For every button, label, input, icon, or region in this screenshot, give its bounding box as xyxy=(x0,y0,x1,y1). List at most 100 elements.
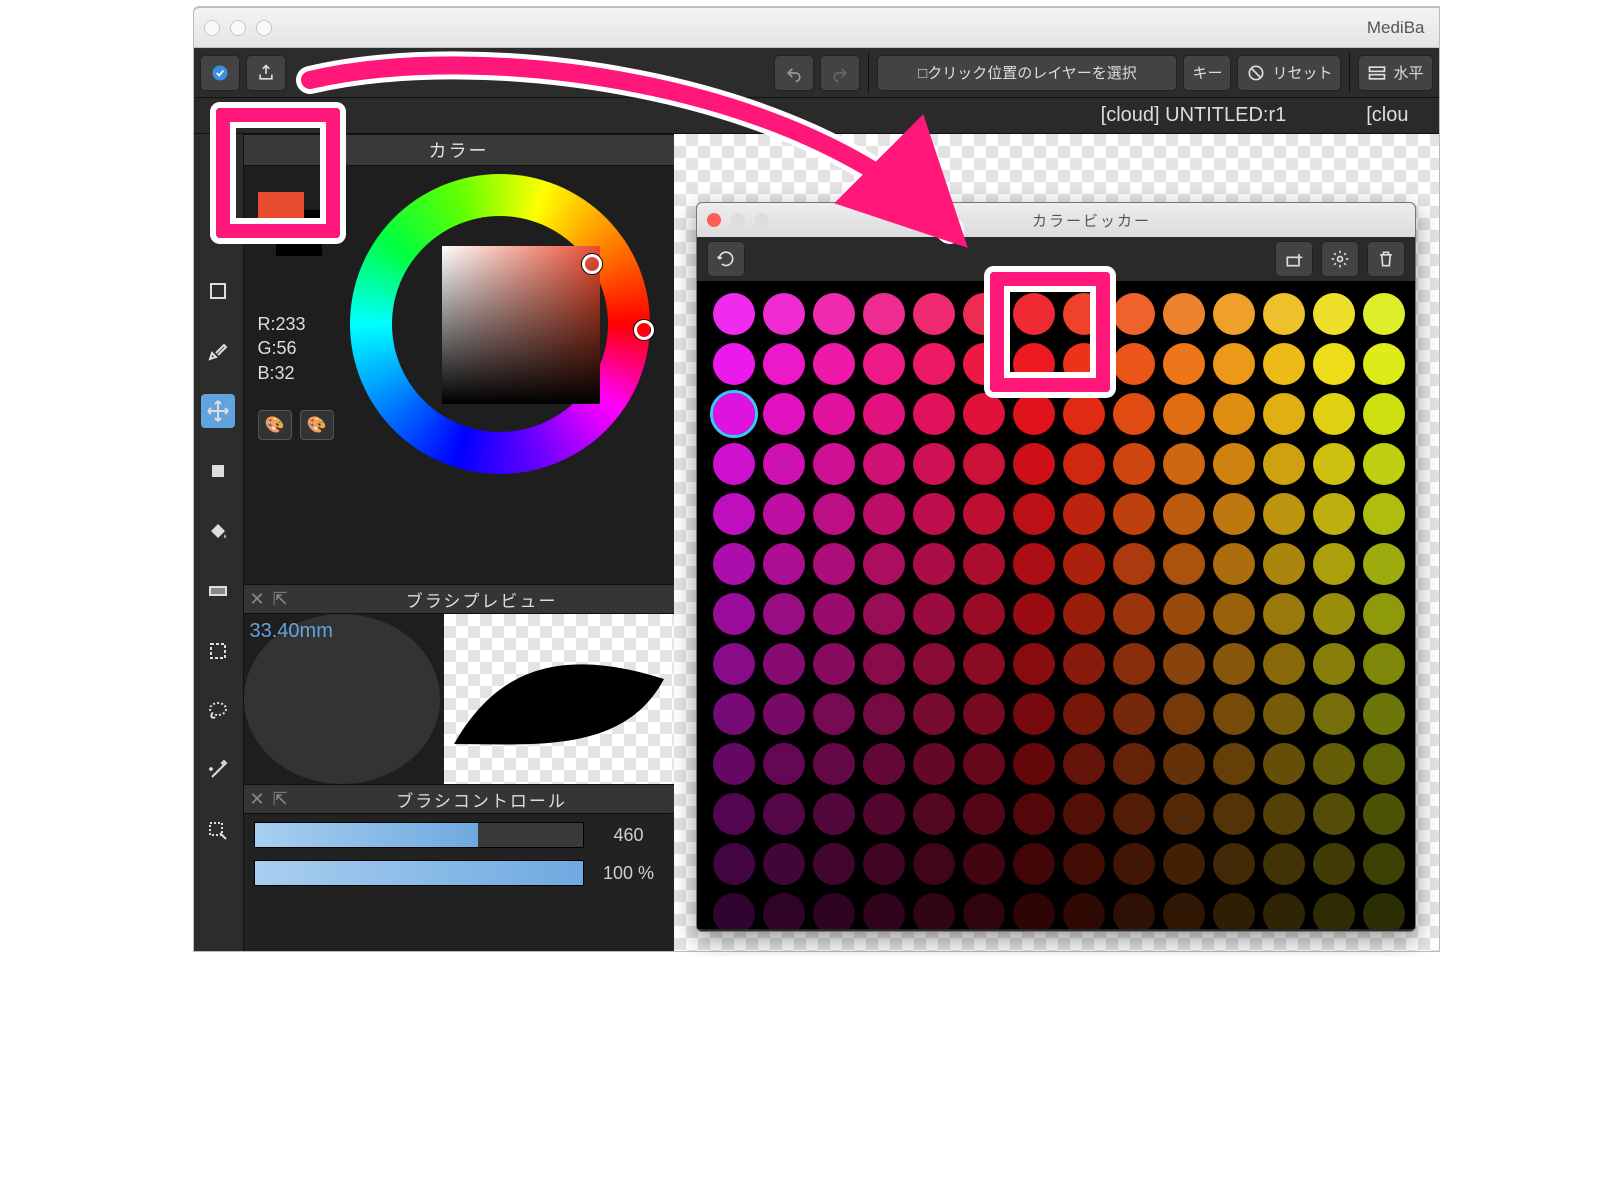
color-swatch[interactable] xyxy=(1213,693,1255,735)
color-swatch[interactable] xyxy=(963,543,1005,585)
color-swatch[interactable] xyxy=(863,743,905,785)
color-swatch[interactable] xyxy=(763,543,805,585)
color-swatch[interactable] xyxy=(713,743,755,785)
color-swatch[interactable] xyxy=(1163,693,1205,735)
color-swatch[interactable] xyxy=(913,643,955,685)
color-swatch[interactable] xyxy=(1163,843,1205,885)
color-swatch[interactable] xyxy=(1363,893,1405,929)
color-swatch[interactable] xyxy=(1263,293,1305,335)
selectpen-tool[interactable] xyxy=(201,814,235,848)
zoom-window-icon[interactable] xyxy=(755,213,769,227)
lasso-tool[interactable] xyxy=(201,694,235,728)
bucket-tool[interactable] xyxy=(201,514,235,548)
color-swatch[interactable] xyxy=(1013,593,1055,635)
color-swatch[interactable] xyxy=(763,343,805,385)
color-swatch[interactable] xyxy=(1063,443,1105,485)
color-swatch[interactable] xyxy=(1163,893,1205,929)
brush-opacity-slider[interactable] xyxy=(254,860,584,886)
color-swatch[interactable] xyxy=(1313,793,1355,835)
color-swatch[interactable] xyxy=(813,693,855,735)
color-swatch[interactable] xyxy=(913,693,955,735)
color-swatch[interactable] xyxy=(1213,743,1255,785)
color-swatch[interactable] xyxy=(1163,793,1205,835)
color-swatch[interactable] xyxy=(963,843,1005,885)
sv-square[interactable] xyxy=(442,246,600,404)
color-swatch[interactable] xyxy=(1313,393,1355,435)
color-swatch[interactable] xyxy=(1113,893,1155,929)
color-swatch[interactable] xyxy=(1313,743,1355,785)
key-button[interactable]: キー xyxy=(1183,55,1231,91)
tab-active[interactable]: [cloud] UNTITLED:r1 xyxy=(1101,104,1287,127)
color-swatch[interactable] xyxy=(1013,643,1055,685)
color-swatch[interactable] xyxy=(813,593,855,635)
color-swatch[interactable] xyxy=(813,793,855,835)
color-swatch[interactable] xyxy=(1213,643,1255,685)
color-swatch[interactable] xyxy=(813,543,855,585)
color-swatch[interactable] xyxy=(813,293,855,335)
color-swatch[interactable] xyxy=(1263,893,1305,929)
color-swatch[interactable] xyxy=(763,843,805,885)
color-swatch[interactable] xyxy=(713,593,755,635)
color-swatch[interactable] xyxy=(1113,643,1155,685)
color-swatch[interactable] xyxy=(1263,493,1305,535)
color-swatch[interactable] xyxy=(713,393,755,435)
color-swatch[interactable] xyxy=(1363,793,1405,835)
color-swatch[interactable] xyxy=(863,593,905,635)
color-swatch[interactable] xyxy=(1063,593,1105,635)
color-swatch[interactable] xyxy=(1263,793,1305,835)
color-swatch[interactable] xyxy=(1213,293,1255,335)
color-swatch[interactable] xyxy=(1163,643,1205,685)
color-swatch[interactable] xyxy=(813,443,855,485)
color-swatch[interactable] xyxy=(1063,493,1105,535)
color-swatch[interactable] xyxy=(863,693,905,735)
color-swatch[interactable] xyxy=(1163,443,1205,485)
color-swatch[interactable] xyxy=(1213,443,1255,485)
color-swatch[interactable] xyxy=(1163,543,1205,585)
color-swatch[interactable] xyxy=(1213,593,1255,635)
color-swatch[interactable] xyxy=(1263,343,1305,385)
close-icon[interactable]: ✕ xyxy=(250,589,265,610)
color-swatch[interactable] xyxy=(763,893,805,929)
color-swatch[interactable] xyxy=(913,443,955,485)
color-swatch[interactable] xyxy=(813,493,855,535)
color-swatch[interactable] xyxy=(1313,543,1355,585)
color-swatch[interactable] xyxy=(1063,643,1105,685)
color-swatch[interactable] xyxy=(863,343,905,385)
color-swatch[interactable] xyxy=(1013,543,1055,585)
undo-button[interactable] xyxy=(774,55,814,91)
color-swatch[interactable] xyxy=(713,693,755,735)
color-swatch[interactable] xyxy=(1263,643,1305,685)
color-swatch[interactable] xyxy=(1013,493,1055,535)
color-swatch[interactable] xyxy=(1363,643,1405,685)
color-swatch[interactable] xyxy=(1063,693,1105,735)
color-swatch[interactable] xyxy=(863,293,905,335)
color-swatch[interactable] xyxy=(1113,843,1155,885)
color-swatch[interactable] xyxy=(713,493,755,535)
color-swatch[interactable] xyxy=(813,643,855,685)
color-swatch[interactable] xyxy=(763,393,805,435)
color-swatch[interactable] xyxy=(1163,293,1205,335)
color-swatch[interactable] xyxy=(863,643,905,685)
color-swatch[interactable] xyxy=(963,393,1005,435)
color-swatch[interactable] xyxy=(1013,893,1055,929)
color-swatch[interactable] xyxy=(1313,893,1355,929)
color-swatch[interactable] xyxy=(1263,743,1305,785)
color-swatch[interactable] xyxy=(1063,793,1105,835)
color-swatch[interactable] xyxy=(1063,543,1105,585)
color-swatch[interactable] xyxy=(1113,543,1155,585)
color-swatch[interactable] xyxy=(813,893,855,929)
color-swatch[interactable] xyxy=(1263,593,1305,635)
close-icon[interactable]: ✕ xyxy=(250,789,265,810)
color-swatch[interactable] xyxy=(863,793,905,835)
color-swatch[interactable] xyxy=(1063,393,1105,435)
color-swatch[interactable] xyxy=(963,693,1005,735)
color-swatch[interactable] xyxy=(913,893,955,929)
color-swatch[interactable] xyxy=(1013,793,1055,835)
color-swatch[interactable] xyxy=(1113,493,1155,535)
color-swatch[interactable] xyxy=(1013,393,1055,435)
gradient-tool[interactable] xyxy=(201,574,235,608)
color-swatch[interactable] xyxy=(713,843,755,885)
color-swatch[interactable] xyxy=(963,793,1005,835)
color-swatch[interactable] xyxy=(1013,443,1055,485)
color-swatch[interactable] xyxy=(1113,743,1155,785)
